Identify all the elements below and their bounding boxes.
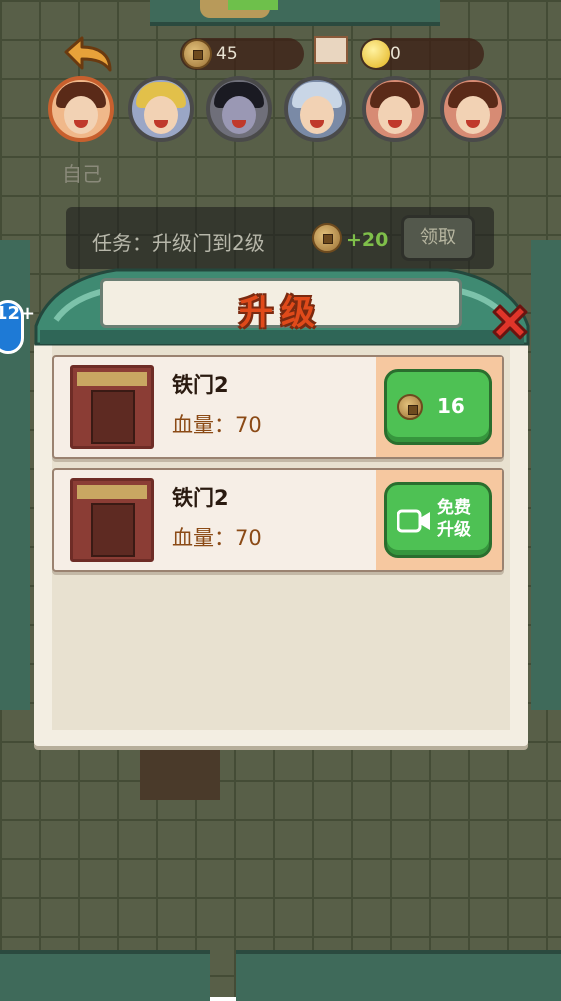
upgrade-price: 16 xyxy=(437,394,465,418)
task-text: 任务：升级门到2级 xyxy=(92,231,265,255)
avatar-red-girl-2[interactable] xyxy=(440,76,506,142)
coin-count: 45 xyxy=(216,44,238,64)
coin-icon xyxy=(182,39,212,69)
bottom-roof-right xyxy=(236,950,561,1001)
door-icon xyxy=(70,478,154,562)
item-hp: 血量：70 xyxy=(172,413,262,437)
dialog-title: 升级 xyxy=(239,293,323,333)
top-roof xyxy=(150,0,440,26)
upgrade-row-2: 铁门2 血量：70 免费 升级 xyxy=(52,468,504,572)
door-icon xyxy=(70,365,154,449)
gem-count: 0 xyxy=(390,44,401,64)
avatar-self[interactable] xyxy=(48,76,114,142)
gem-icon xyxy=(362,40,390,68)
title-plate: 升级 xyxy=(100,278,462,333)
claim-button[interactable]: 领取 xyxy=(401,215,475,261)
avatar-silver-hair[interactable] xyxy=(284,76,350,142)
avatar-ghost[interactable] xyxy=(206,76,272,142)
age-rating-badge: 12+ xyxy=(0,300,35,354)
avatar-red-girl[interactable] xyxy=(362,76,428,142)
coin-icon xyxy=(312,223,342,253)
back-arrow-icon[interactable] xyxy=(58,34,118,78)
gem-counter: 0 xyxy=(360,38,484,70)
coin-counter: 45 xyxy=(180,38,304,70)
item-hp: 血量：70 xyxy=(172,526,262,550)
coin-upgrade-button[interactable]: 16 xyxy=(384,369,492,445)
avatar-blonde[interactable] xyxy=(128,76,194,142)
close-icon[interactable] xyxy=(488,300,532,344)
free-upgrade-button[interactable]: 免费 升级 xyxy=(384,482,492,558)
coin-icon xyxy=(397,394,423,420)
bottom-roof-left xyxy=(0,950,210,1001)
self-label: 自己 xyxy=(62,162,102,186)
item-name: 铁门2 xyxy=(172,486,229,510)
card-icon[interactable] xyxy=(314,36,348,64)
task-reward: +20 xyxy=(346,229,389,251)
upgrade-dialog: 升级 铁门2 血量：70 16 铁门2 血量：70 免费 升级 xyxy=(34,262,530,746)
item-name: 铁门2 xyxy=(172,373,229,397)
upgrade-row-1: 铁门2 血量：70 16 xyxy=(52,355,504,459)
free-upgrade-label: 免费 升级 xyxy=(437,498,471,540)
video-icon xyxy=(397,509,430,533)
background-door xyxy=(140,745,220,800)
